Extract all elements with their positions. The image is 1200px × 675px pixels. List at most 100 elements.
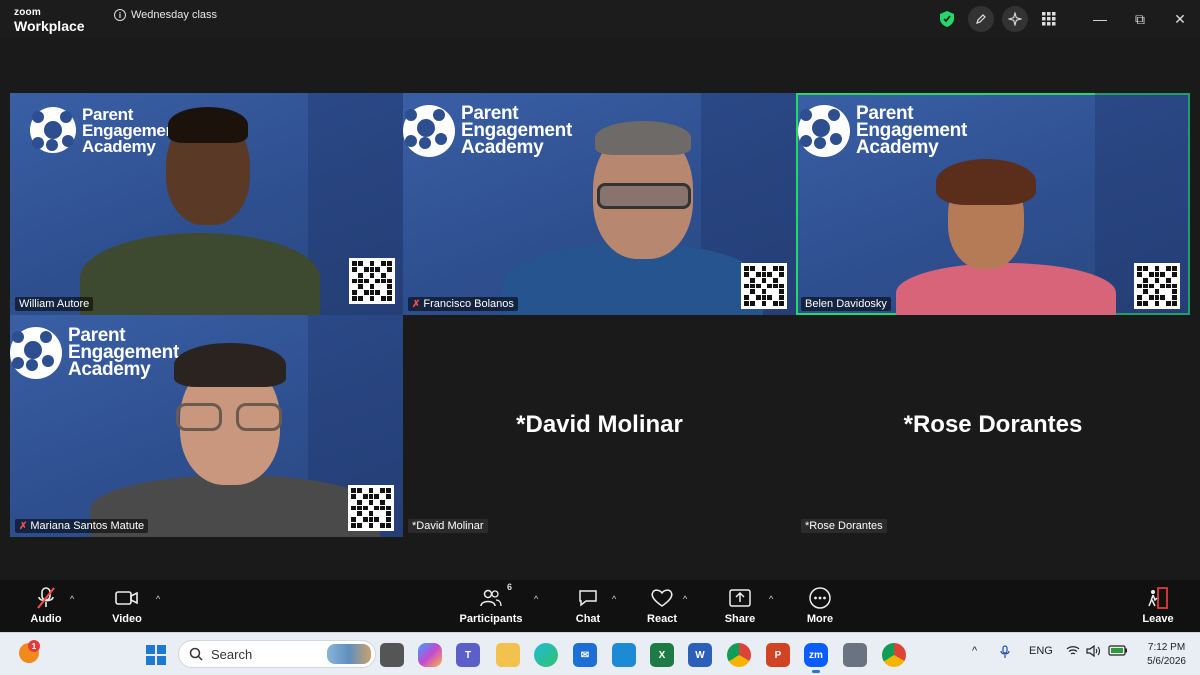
info-icon[interactable]: i [114, 9, 126, 21]
tray-overflow-chevron-icon[interactable]: ^ [972, 645, 977, 657]
more-dots-icon [809, 586, 831, 610]
participants-options-chevron-icon[interactable]: ^ [534, 594, 538, 604]
qr-code [1134, 263, 1180, 309]
pencil-icon[interactable] [968, 6, 994, 32]
mail-icon[interactable]: ✉ [573, 643, 597, 667]
shield-icon[interactable] [930, 4, 964, 34]
participant-name-tag: William Autore [15, 297, 94, 311]
copilot-icon[interactable] [418, 643, 442, 667]
video-options-chevron-icon[interactable]: ^ [156, 594, 160, 604]
active-app-indicator [812, 670, 820, 673]
participant-name-tag: *David Molinar [408, 519, 488, 533]
teams-icon[interactable]: T [456, 643, 480, 667]
taskbar-search[interactable]: Search [178, 640, 376, 668]
camera-icon[interactable] [843, 643, 867, 667]
chat-bubble-icon [578, 586, 598, 610]
more-label: More [806, 613, 834, 625]
wifi-icon[interactable] [1066, 645, 1080, 659]
video-tile-francisco-bolanos[interactable]: Parent Engagement Academy ✗ Francisco Bo… [403, 93, 796, 315]
react-options-chevron-icon[interactable]: ^ [683, 594, 687, 604]
participant-name: Belen Davidosky [805, 298, 887, 310]
participants-label: Participants [459, 613, 523, 625]
windows-start-icon[interactable] [146, 645, 166, 665]
participants-count: 6 [506, 582, 512, 592]
language-indicator[interactable]: ENG [1029, 645, 1053, 657]
qr-code [349, 258, 395, 304]
microphone-muted-icon [37, 586, 55, 610]
share-button[interactable]: Share [710, 586, 770, 625]
more-button[interactable]: More [790, 586, 850, 625]
meeting-toolbar: Audio ^ Video ^ 6 Participants ^ Chat ^ … [0, 580, 1200, 632]
participants-icon: 6 [480, 582, 512, 610]
video-tile-mariana-santos-matute[interactable]: Parent Engagement Academy ✗ Mariana Sant… [10, 315, 403, 537]
edge-icon[interactable] [534, 643, 558, 667]
taskbar-clock[interactable]: 7:12 PM 5/6/2026 [1147, 641, 1186, 669]
clock-time: 7:12 PM [1147, 642, 1186, 653]
participant-name: *Rose Dorantes [805, 520, 883, 532]
video-tile-rose-dorantes[interactable]: *Rose Dorantes *Rose Dorantes [796, 315, 1190, 537]
chat-label: Chat [575, 613, 601, 625]
video-tile-william-autore[interactable]: Parent Engagement Academy William Autore [10, 93, 403, 315]
apps-grid-icon[interactable] [1032, 4, 1066, 34]
powerpoint-icon[interactable]: P [766, 643, 790, 667]
zoom-workplace-logo: zoom Workplace [14, 8, 85, 34]
task-view-icon[interactable] [380, 643, 404, 667]
ai-companion-icon[interactable] [1002, 6, 1028, 32]
microphone-tray-icon[interactable] [1000, 645, 1010, 662]
excel-icon[interactable]: X [650, 643, 674, 667]
search-highlight-image [327, 644, 371, 664]
academy-ball-icon [10, 327, 62, 379]
leave-door-icon [1147, 586, 1169, 610]
leave-button[interactable]: Leave [1128, 586, 1188, 625]
muted-mic-icon: ✗ [19, 520, 28, 532]
participant-video [896, 93, 1116, 315]
heart-icon [651, 586, 673, 610]
notification-badge: 1 [28, 640, 40, 652]
file-explorer-icon[interactable] [496, 643, 520, 667]
meeting-title: Wednesday class [131, 9, 218, 21]
battery-icon[interactable] [1108, 645, 1128, 659]
video-button[interactable]: Video [97, 586, 157, 625]
chat-button[interactable]: Chat [558, 586, 618, 625]
video-tile-david-molinar[interactable]: *David Molinar *David Molinar [403, 315, 796, 537]
clock-date: 5/6/2026 [1147, 656, 1186, 667]
react-button[interactable]: React [632, 586, 692, 625]
participants-button[interactable]: 6 Participants [459, 582, 523, 625]
zoom-taskbar-icon[interactable]: zm [804, 643, 828, 673]
muted-mic-icon: ✗ [412, 298, 421, 310]
close-button[interactable]: ✕ [1160, 0, 1200, 38]
share-options-chevron-icon[interactable]: ^ [769, 594, 773, 604]
participant-name-tag: Belen Davidosky [801, 297, 891, 311]
minimize-button[interactable]: — [1080, 0, 1120, 38]
participant-name: Mariana Santos Matute [30, 520, 145, 532]
participant-video [503, 93, 763, 315]
chrome-profile-icon[interactable] [882, 643, 906, 667]
blue-app-icon[interactable] [612, 643, 636, 667]
chrome-icon[interactable] [727, 643, 751, 667]
volume-icon[interactable] [1086, 644, 1101, 660]
restore-button[interactable]: ⧉ [1120, 0, 1160, 38]
audio-button[interactable]: Audio [16, 586, 76, 625]
leave-label: Leave [1142, 613, 1174, 625]
video-camera-icon [115, 586, 139, 610]
meeting-info[interactable]: i Wednesday class [114, 9, 217, 21]
chat-options-chevron-icon[interactable]: ^ [612, 594, 616, 604]
participant-name: William Autore [19, 298, 90, 310]
audio-options-chevron-icon[interactable]: ^ [70, 594, 74, 604]
search-placeholder: Search [211, 646, 253, 662]
audio-label: Audio [30, 613, 62, 625]
participant-name-tag: *Rose Dorantes [801, 519, 887, 533]
participant-display-name: *Rose Dorantes [903, 411, 1083, 438]
participant-video [90, 315, 380, 537]
academy-ball-icon [403, 105, 455, 157]
video-tile-belen-davidosky[interactable]: Parent Engagement Academy Belen Davidosk… [796, 93, 1190, 315]
share-label: Share [724, 613, 756, 625]
logo-workplace-text: Workplace [14, 18, 85, 34]
video-label: Video [112, 613, 142, 625]
academy-ball-icon [798, 105, 850, 157]
search-icon [189, 647, 203, 661]
qr-code [348, 485, 394, 531]
qr-code [741, 263, 787, 309]
participant-video [70, 93, 330, 315]
word-icon[interactable]: W [688, 643, 712, 667]
